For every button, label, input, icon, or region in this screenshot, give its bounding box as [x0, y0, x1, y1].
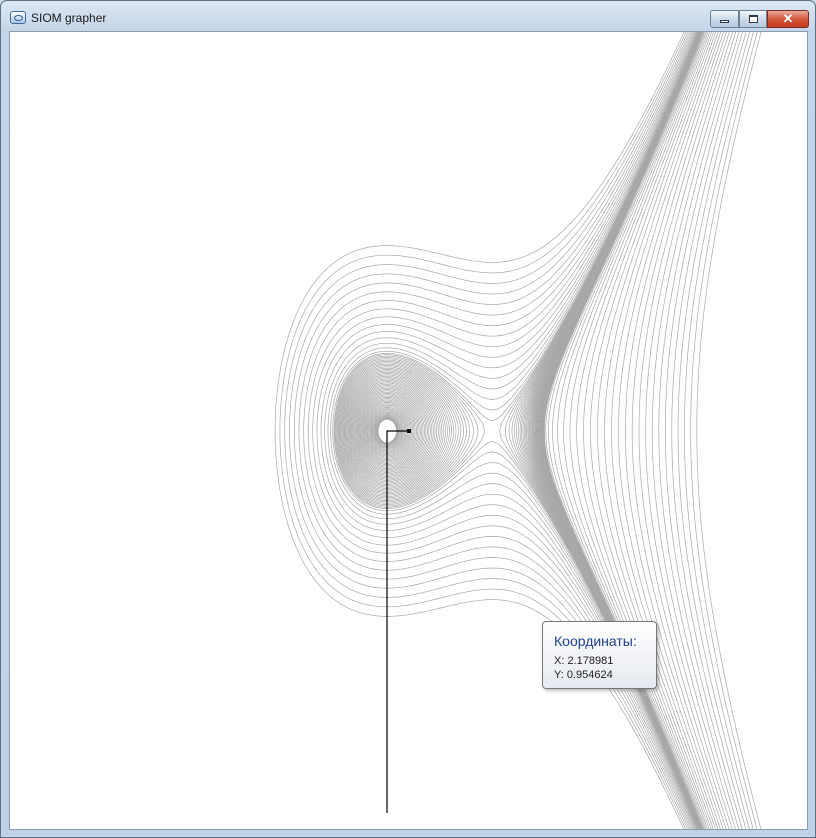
level-curve [284, 32, 689, 829]
level-curve [545, 32, 703, 829]
tooltip-y-value: Y: 0.954624 [554, 669, 613, 681]
level-curve [677, 32, 751, 829]
level-curve [557, 32, 705, 829]
tooltip-title: Координаты: [554, 633, 637, 649]
phase-portrait[interactable] [10, 32, 807, 829]
level-curve [552, 32, 704, 829]
close-button[interactable]: ✕ [767, 10, 809, 28]
title-bar[interactable]: SIOM grapher ✕ [1, 1, 815, 31]
contour-curves [274, 32, 762, 829]
level-curve [604, 32, 717, 829]
tooltip-x-value: X: 2.178981 [554, 655, 614, 667]
app-icon[interactable] [10, 11, 26, 24]
maximize-button[interactable] [739, 10, 767, 28]
app-window: SIOM grapher ✕ Координаты: X: 2.178981 Y… [0, 0, 816, 838]
level-curve [684, 32, 754, 829]
level-curve [696, 32, 762, 829]
minimize-icon [720, 20, 729, 23]
level-curve [651, 32, 737, 829]
trajectory-point [407, 429, 411, 433]
minimize-button[interactable] [710, 10, 739, 28]
maximize-icon [748, 15, 758, 23]
close-icon: ✕ [782, 11, 794, 26]
graph-canvas[interactable] [9, 31, 808, 830]
level-curve [690, 32, 758, 829]
window-title: SIOM grapher [31, 11, 107, 25]
level-curve [312, 32, 697, 829]
coordinates-tooltip: Координаты: X: 2.178981 Y: 0.954624 [542, 621, 657, 689]
level-curve [611, 32, 719, 829]
